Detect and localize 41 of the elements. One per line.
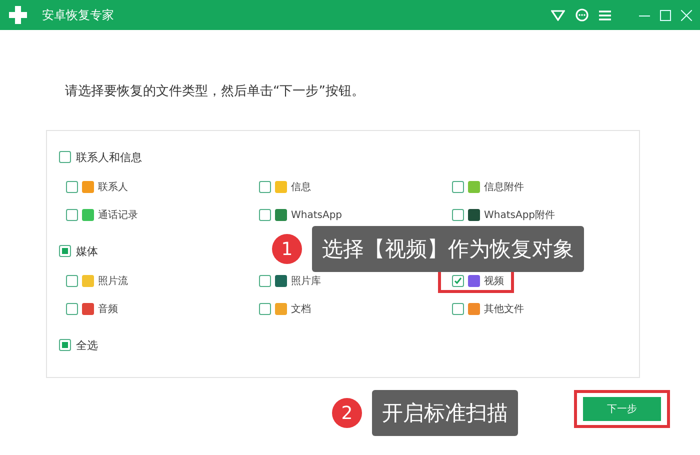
file-type-label[interactable]: 文档 (291, 302, 311, 316)
checkbox[interactable] (259, 303, 271, 315)
instruction-text: 请选择要恢复的文件类型，然后单击“下一步”按钮。 (65, 83, 366, 101)
file-type-label[interactable]: 照片流 (98, 274, 128, 288)
close-icon[interactable] (681, 10, 692, 20)
callout-bubble: 开启标准扫描 (372, 390, 518, 436)
plus-logo-icon (8, 5, 28, 25)
menu-icon[interactable] (599, 10, 611, 20)
checkbox[interactable] (452, 275, 464, 287)
select-all-label[interactable]: 全选 (76, 338, 98, 352)
checkbox[interactable] (66, 303, 78, 315)
window-title: 安卓恢复专家 (42, 6, 115, 24)
step-number-badge: 2 (332, 398, 362, 428)
chat-icon[interactable] (575, 8, 589, 22)
file-type-label[interactable]: 其他文件 (484, 302, 524, 316)
file-type-label[interactable]: 音频 (98, 302, 118, 316)
file-type-label[interactable]: 联系人 (98, 180, 128, 194)
section-label: 媒体 (76, 244, 98, 258)
checkbox[interactable] (59, 151, 71, 163)
checkbox[interactable] (452, 181, 464, 193)
checkbox[interactable] (259, 209, 271, 221)
section-label: 联系人和信息 (76, 150, 142, 164)
checkbox[interactable] (59, 339, 71, 351)
maximize-icon[interactable] (660, 10, 671, 20)
file-type-label[interactable]: 通话记录 (98, 208, 138, 222)
checkbox[interactable] (452, 303, 464, 315)
callout-bubble: 选择【视频】作为恢复对象 (312, 226, 584, 272)
file-type-label[interactable]: WhatsApp (291, 210, 342, 220)
checkbox[interactable] (66, 209, 78, 221)
checkbox[interactable] (452, 209, 464, 221)
file-type-label[interactable]: 信息 (291, 180, 311, 194)
file-type-label[interactable]: 视频 (484, 274, 504, 288)
file-type-label[interactable]: 照片库 (291, 274, 321, 288)
step-number-badge: 1 (272, 234, 302, 264)
checkbox[interactable] (66, 275, 78, 287)
checkbox[interactable] (66, 181, 78, 193)
file-type-label[interactable]: WhatsApp附件 (484, 208, 556, 222)
checkbox[interactable] (259, 275, 271, 287)
file-type-label[interactable]: 信息附件 (484, 180, 524, 194)
checkbox[interactable] (59, 245, 71, 257)
checkbox[interactable] (259, 181, 271, 193)
